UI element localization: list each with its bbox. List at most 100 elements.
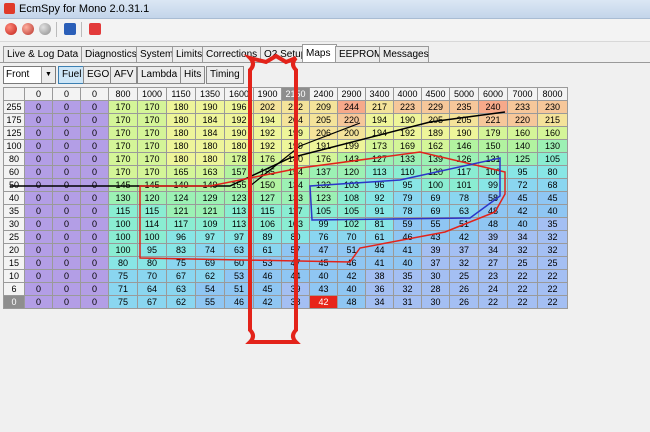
help-icon[interactable] bbox=[64, 23, 76, 35]
map-cell[interactable]: 70 bbox=[137, 269, 167, 283]
rpm-header-cell[interactable]: 5000 bbox=[449, 87, 479, 101]
map-cell[interactable]: 140 bbox=[507, 139, 538, 153]
map-cell[interactable]: 230 bbox=[537, 100, 568, 114]
map-cell[interactable]: 62 bbox=[166, 295, 196, 309]
map-cell[interactable]: 105 bbox=[537, 152, 568, 166]
map-cell[interactable]: 0 bbox=[24, 256, 53, 270]
map-cell[interactable]: 32 bbox=[449, 256, 479, 270]
map-cell[interactable]: 0 bbox=[80, 230, 109, 244]
map-cell[interactable]: 145 bbox=[137, 178, 167, 192]
map-cell[interactable]: 217 bbox=[365, 100, 394, 114]
map-cell[interactable]: 170 bbox=[137, 126, 167, 140]
map-cell[interactable]: 80 bbox=[108, 256, 138, 270]
map-cell[interactable]: 129 bbox=[195, 191, 225, 205]
map-cell[interactable]: 51 bbox=[224, 282, 254, 296]
map-cell[interactable]: 48 bbox=[478, 204, 508, 218]
map-cell[interactable]: 120 bbox=[137, 191, 167, 205]
map-cell[interactable]: 45 bbox=[507, 191, 538, 205]
map-cell[interactable]: 145 bbox=[108, 178, 138, 192]
map-cell[interactable]: 0 bbox=[24, 191, 53, 205]
map-cell[interactable]: 0 bbox=[24, 269, 53, 283]
map-cell[interactable]: 99 bbox=[309, 217, 338, 231]
map-cell[interactable]: 103 bbox=[337, 178, 366, 192]
map-cell[interactable]: 42 bbox=[507, 204, 538, 218]
map-cell[interactable]: 109 bbox=[195, 217, 225, 231]
map-cell[interactable]: 123 bbox=[224, 191, 254, 205]
map-cell[interactable]: 117 bbox=[166, 217, 196, 231]
map-cell[interactable]: 95 bbox=[137, 243, 167, 257]
map-cell[interactable]: 34 bbox=[478, 243, 508, 257]
map-cell[interactable]: 113 bbox=[224, 217, 254, 231]
map-cell[interactable]: 35 bbox=[537, 217, 568, 231]
tab-eeprom[interactable]: EEPROM bbox=[335, 46, 382, 62]
map-cell[interactable]: 43 bbox=[421, 230, 450, 244]
map-cell[interactable]: 190 bbox=[393, 113, 422, 127]
load-header-cell[interactable]: 10 bbox=[3, 269, 25, 283]
tab-maps[interactable]: Maps bbox=[302, 44, 337, 63]
map-cell[interactable]: 126 bbox=[449, 152, 479, 166]
map-cell[interactable]: 0 bbox=[52, 295, 81, 309]
map-cell[interactable]: 199 bbox=[337, 139, 366, 153]
tab-limits[interactable]: Limits bbox=[172, 46, 204, 62]
map-cell[interactable]: 105 bbox=[309, 204, 338, 218]
map-cell[interactable]: 180 bbox=[166, 113, 196, 127]
map-cell[interactable]: 170 bbox=[137, 100, 167, 114]
tab-system[interactable]: System bbox=[136, 46, 174, 62]
load-header-cell[interactable]: 255 bbox=[3, 100, 25, 114]
map-cell[interactable]: 91 bbox=[365, 204, 394, 218]
map-cell[interactable]: 100 bbox=[421, 178, 450, 192]
map-cell[interactable]: 43 bbox=[309, 282, 338, 296]
map-cell[interactable]: 96 bbox=[166, 230, 196, 244]
load-header-cell[interactable]: 40 bbox=[3, 191, 25, 205]
map-cell[interactable]: 0 bbox=[24, 139, 53, 153]
map-cell[interactable]: 179 bbox=[478, 126, 508, 140]
map-cell[interactable]: 30 bbox=[421, 269, 450, 283]
rpm-header-cell[interactable]: 6000 bbox=[478, 87, 508, 101]
map-cell[interactable]: 0 bbox=[52, 191, 81, 205]
map-cell[interactable]: 220 bbox=[337, 113, 366, 127]
map-cell[interactable]: 38 bbox=[281, 295, 310, 309]
map-cell[interactable]: 68 bbox=[537, 178, 568, 192]
map-cell[interactable]: 63 bbox=[224, 243, 254, 257]
map-cell[interactable]: 157 bbox=[224, 165, 254, 179]
map-cell[interactable]: 39 bbox=[478, 230, 508, 244]
map-cell[interactable]: 100 bbox=[478, 165, 508, 179]
map-cell[interactable]: 75 bbox=[108, 295, 138, 309]
map-cell[interactable]: 51 bbox=[337, 243, 366, 257]
map-cell[interactable]: 149 bbox=[195, 178, 225, 192]
map-cell[interactable]: 22 bbox=[537, 269, 568, 283]
map-cell[interactable]: 0 bbox=[52, 100, 81, 114]
map-cell[interactable]: 204 bbox=[281, 113, 310, 127]
tab-live-log-data[interactable]: Live & Log Data bbox=[3, 46, 83, 62]
map-cell[interactable]: 23 bbox=[478, 269, 508, 283]
map-cell[interactable]: 0 bbox=[52, 269, 81, 283]
map-cell[interactable]: 27 bbox=[478, 256, 508, 270]
load-header-cell[interactable]: 125 bbox=[3, 126, 25, 140]
load-header-cell[interactable]: 50 bbox=[3, 178, 25, 192]
map-cell[interactable]: 146 bbox=[449, 139, 479, 153]
map-cell[interactable]: 199 bbox=[281, 139, 310, 153]
map-cell[interactable]: 32 bbox=[507, 243, 538, 257]
map-cell[interactable]: 0 bbox=[52, 230, 81, 244]
map-cell[interactable]: 74 bbox=[195, 243, 225, 257]
map-cell[interactable]: 25 bbox=[507, 256, 538, 270]
map-cell[interactable]: 106 bbox=[253, 217, 282, 231]
map-cell[interactable]: 30 bbox=[421, 295, 450, 309]
map-cell[interactable]: 194 bbox=[365, 126, 394, 140]
rpm-header-cell[interactable]: 1350 bbox=[195, 87, 225, 101]
map-cell[interactable]: 55 bbox=[195, 295, 225, 309]
map-cell[interactable]: 95 bbox=[507, 165, 538, 179]
map-cell[interactable]: 113 bbox=[224, 204, 254, 218]
map-cell[interactable]: 40 bbox=[393, 256, 422, 270]
fuel-map-button[interactable]: Fuel bbox=[58, 66, 86, 84]
map-cell[interactable]: 113 bbox=[365, 165, 394, 179]
map-cell[interactable]: 42 bbox=[337, 269, 366, 283]
map-cell[interactable]: 173 bbox=[365, 139, 394, 153]
map-cell[interactable]: 220 bbox=[507, 113, 538, 127]
map-cell[interactable]: 206 bbox=[309, 126, 338, 140]
map-cell[interactable]: 115 bbox=[137, 204, 167, 218]
map-cell[interactable]: 0 bbox=[80, 269, 109, 283]
map-cell[interactable]: 120 bbox=[337, 165, 366, 179]
map-cell[interactable]: 117 bbox=[281, 204, 310, 218]
hits-map-button[interactable]: Hits bbox=[180, 66, 206, 84]
